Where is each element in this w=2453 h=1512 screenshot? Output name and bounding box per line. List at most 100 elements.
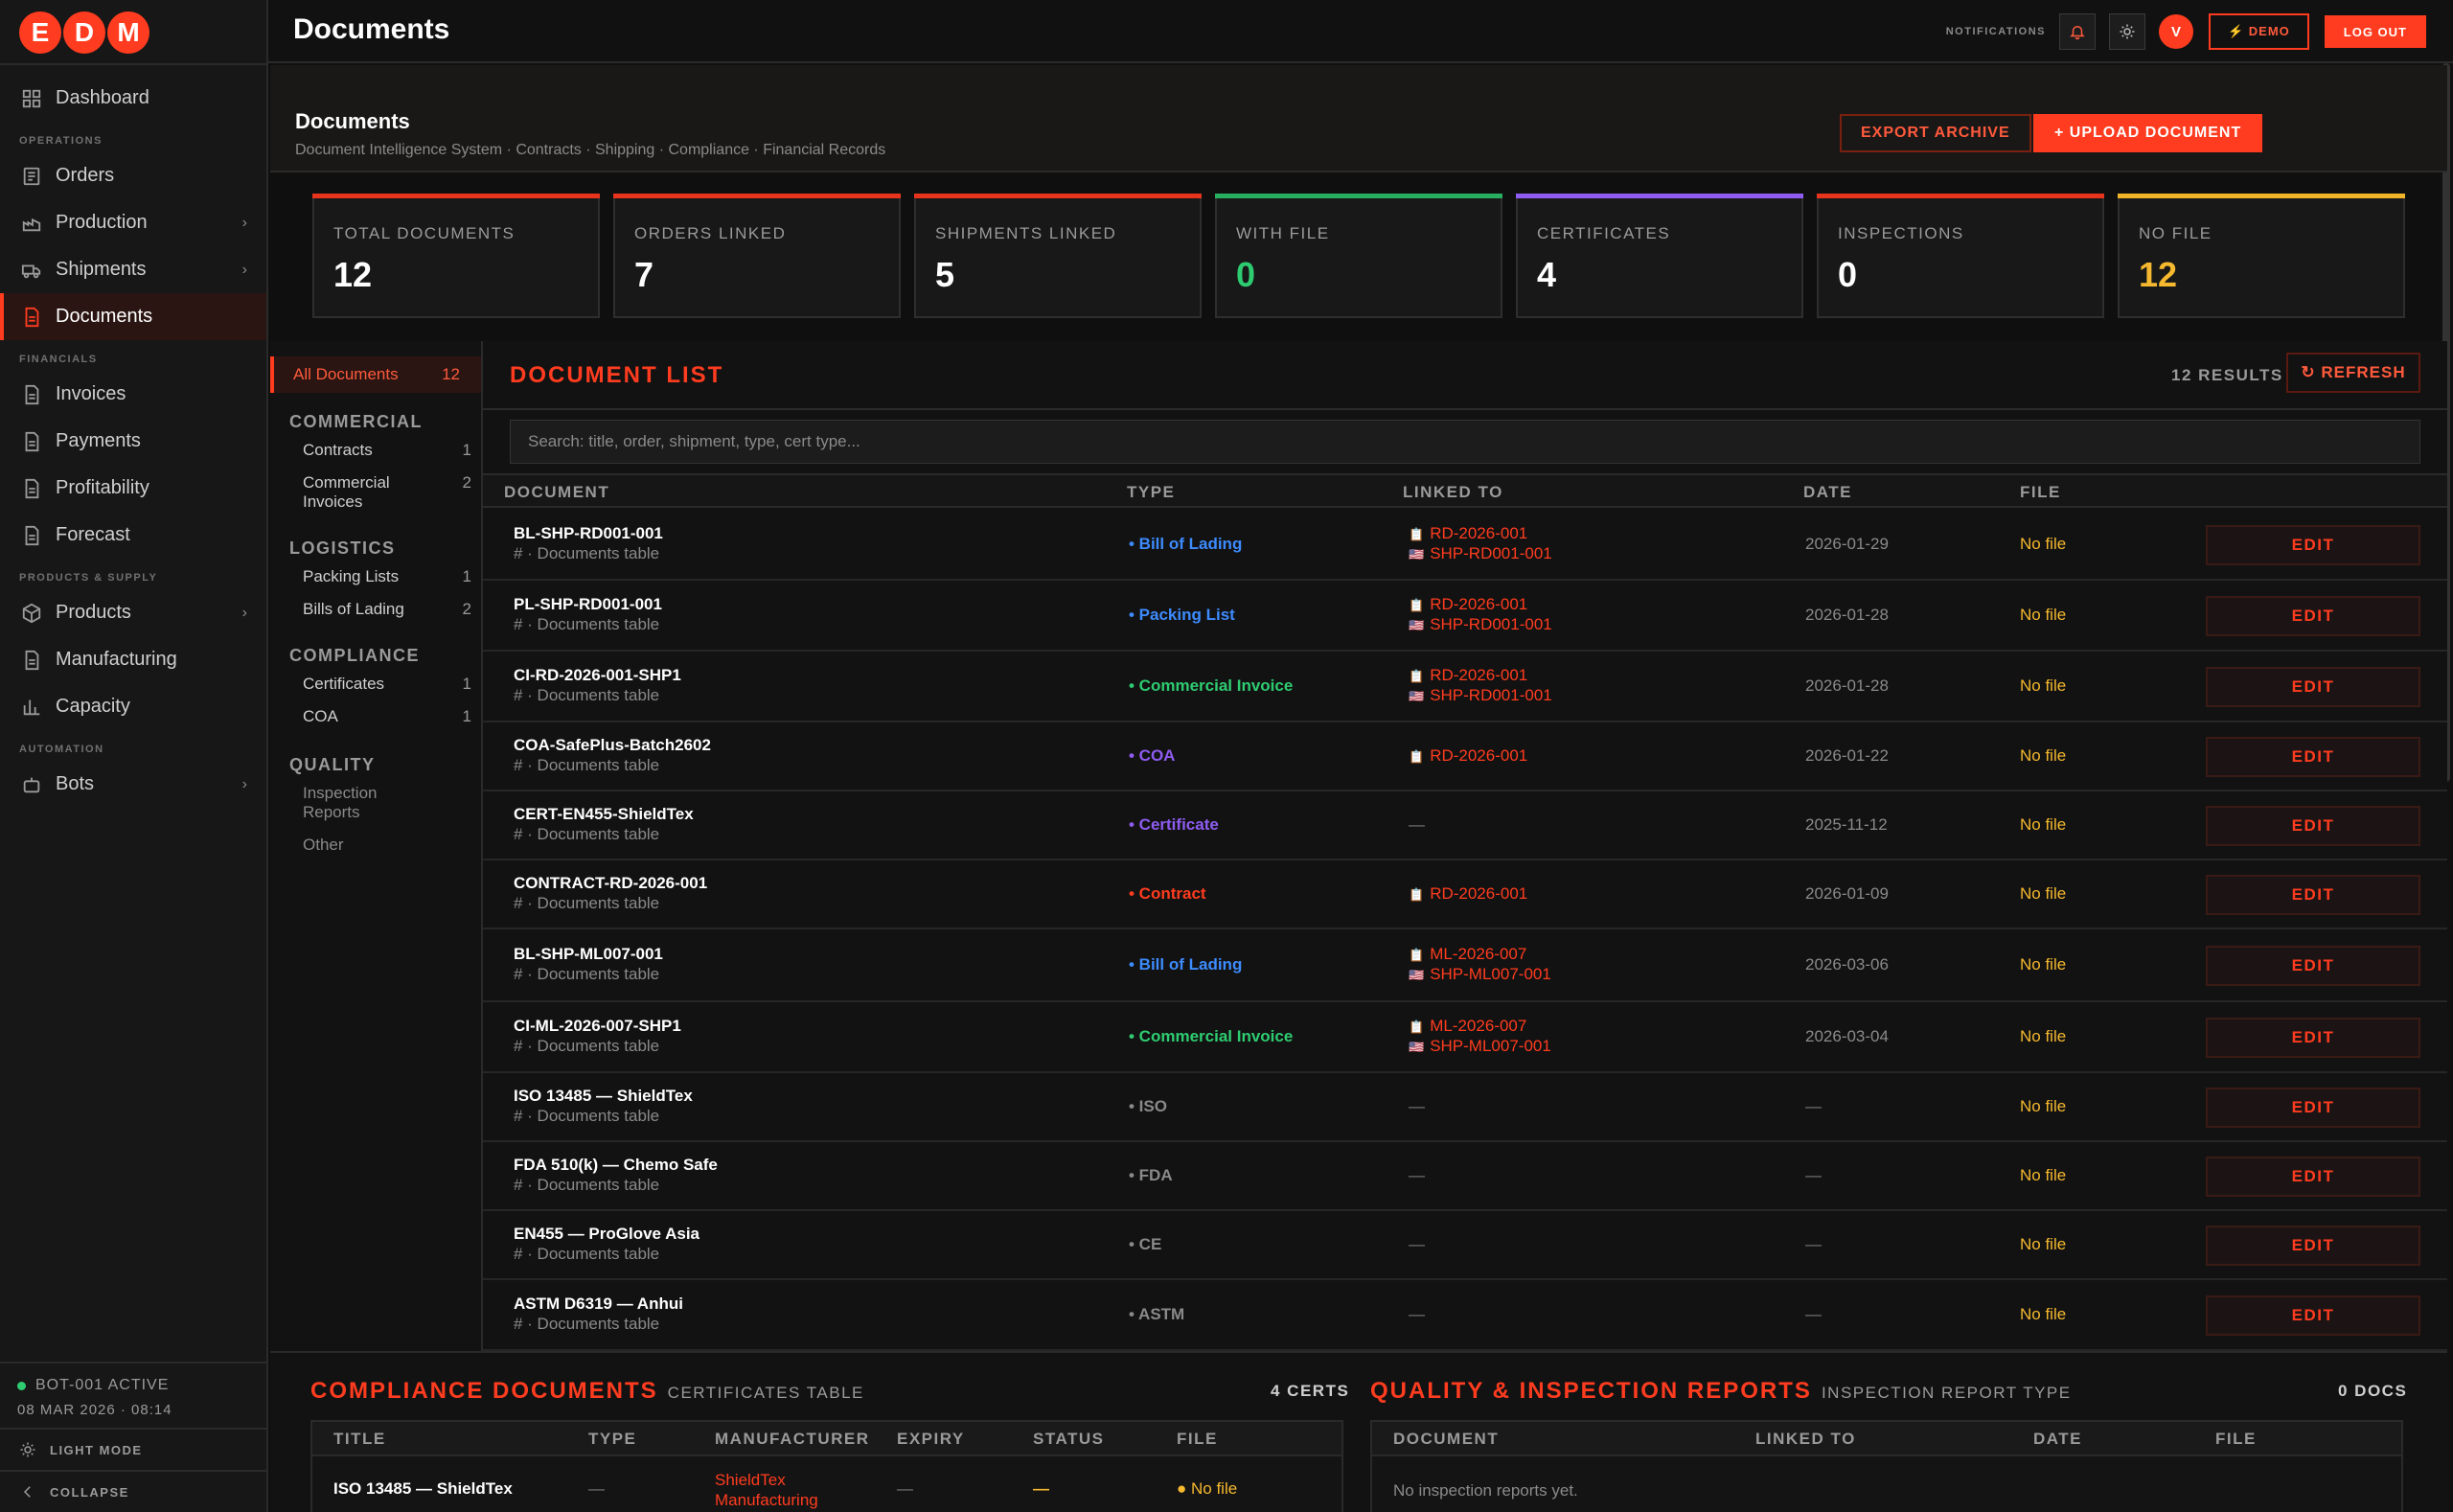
sidebar-item-production[interactable]: Production › bbox=[0, 199, 266, 246]
theme-toggle-button[interactable] bbox=[2108, 13, 2145, 50]
edit-button[interactable]: EDIT bbox=[2206, 1226, 2420, 1266]
table-row[interactable]: ISO 13485 — ShieldTex — ShieldTex Manufa… bbox=[312, 1458, 1341, 1512]
edit-button[interactable]: EDIT bbox=[2206, 875, 2420, 915]
document-title[interactable]: CI-RD-2026-001-SHP1 bbox=[514, 666, 681, 685]
logout-button[interactable]: LOG OUT bbox=[2324, 15, 2426, 48]
table-row[interactable]: PL-SHP-RD001-001 # · Documents table • Pac… bbox=[483, 581, 2447, 652]
edit-button[interactable]: EDIT bbox=[2206, 806, 2420, 846]
sidebar-item-forecast[interactable]: Forecast bbox=[0, 512, 266, 559]
column-header[interactable]: DATE bbox=[2033, 1430, 2082, 1449]
sidebar-item-manufacturing[interactable]: Manufacturing bbox=[0, 636, 266, 683]
document-title[interactable]: COA-SafePlus-Batch2602 bbox=[514, 736, 711, 755]
logo[interactable]: E D M bbox=[19, 11, 151, 54]
category-item[interactable]: Contracts 1 bbox=[289, 441, 471, 460]
table-row[interactable]: ASTM D6319 — Anhui # · Documents table • A… bbox=[483, 1280, 2447, 1351]
linked-order-link[interactable]: 📋 ML-2026-007 bbox=[1409, 945, 1526, 964]
linked-shipment-link[interactable]: 🇺🇸 SHP-ML007-001 bbox=[1409, 1037, 1551, 1056]
category-all-documents[interactable]: All Documents 12 bbox=[270, 356, 481, 393]
sidebar-item-invoices[interactable]: Invoices bbox=[0, 371, 266, 418]
demo-button[interactable]: ⚡ DEMO bbox=[2208, 13, 2309, 50]
table-row[interactable]: FDA 510(k) — Chemo Safe # · Documents tab… bbox=[483, 1142, 2447, 1211]
table-row[interactable]: CONTRACT-RD-2026-001 # · Documents table •… bbox=[483, 860, 2447, 929]
category-item[interactable]: Bills of Lading 2 bbox=[289, 600, 471, 619]
table-row[interactable]: COA-SafePlus-Batch2602 # · Documents tabl… bbox=[483, 722, 2447, 791]
export-archive-button[interactable]: EXPORT ARCHIVE bbox=[1840, 114, 2031, 152]
table-row[interactable]: ISO 13485 — ShieldTex # · Documents table… bbox=[483, 1073, 2447, 1142]
collapse-button[interactable]: COLLAPSE bbox=[0, 1470, 266, 1512]
column-header[interactable]: TYPE bbox=[1127, 483, 1175, 502]
category-item[interactable]: Other bbox=[289, 836, 471, 855]
document-title[interactable]: BL-SHP-RD001-001 bbox=[514, 524, 663, 543]
category-item[interactable]: Inspection Reports bbox=[289, 784, 471, 822]
document-title[interactable]: ISO 13485 — ShieldTex bbox=[514, 1087, 693, 1106]
avatar[interactable]: V bbox=[2158, 14, 2193, 49]
category-item[interactable]: COA 1 bbox=[289, 707, 471, 726]
sidebar-item-products[interactable]: Products › bbox=[0, 589, 266, 636]
refresh-button[interactable]: ↻ REFRESH bbox=[2286, 353, 2420, 393]
table-row[interactable]: CI-ML-2026-007-SHP1 # · Documents table • … bbox=[483, 1002, 2447, 1073]
category-item[interactable]: Packing Lists 1 bbox=[289, 567, 471, 586]
column-header[interactable]: DATE bbox=[1803, 483, 1852, 502]
sidebar-item-dashboard[interactable]: Dashboard bbox=[0, 75, 266, 122]
linked-order-link[interactable]: 📋 ML-2026-007 bbox=[1409, 1017, 1526, 1036]
linked-shipment-link[interactable]: 🇺🇸 SHP-ML007-001 bbox=[1409, 965, 1551, 984]
linked-order-link[interactable]: 📋 RD-2026-001 bbox=[1409, 746, 1527, 766]
column-header[interactable]: LINKED TO bbox=[1403, 483, 1503, 502]
linked-order-link[interactable]: 📋 RD-2026-001 bbox=[1409, 884, 1527, 904]
column-header[interactable]: STATUS bbox=[1033, 1430, 1104, 1449]
edit-button[interactable]: EDIT bbox=[2206, 667, 2420, 707]
sidebar-item-shipments[interactable]: Shipments › bbox=[0, 246, 266, 293]
column-header[interactable]: EXPIRY bbox=[897, 1430, 965, 1449]
sidebar-item-bots[interactable]: Bots › bbox=[0, 761, 266, 808]
document-source: # · Documents table bbox=[514, 756, 660, 774]
column-header[interactable]: DOCUMENT bbox=[504, 483, 609, 502]
sidebar-item-orders[interactable]: Orders bbox=[0, 152, 266, 199]
edit-button[interactable]: EDIT bbox=[2206, 596, 2420, 636]
category-item[interactable]: Certificates 1 bbox=[289, 675, 471, 694]
document-title[interactable]: EN455 — ProGlove Asia bbox=[514, 1225, 699, 1244]
notifications-button[interactable] bbox=[2058, 13, 2096, 50]
sidebar-item-documents[interactable]: Documents bbox=[0, 293, 266, 340]
sidebar-item-profitability[interactable]: Profitability bbox=[0, 465, 266, 512]
edit-button[interactable]: EDIT bbox=[2206, 737, 2420, 777]
edit-button[interactable]: EDIT bbox=[2206, 1157, 2420, 1197]
column-header[interactable]: FILE bbox=[2215, 1430, 2257, 1449]
linked-shipment-link[interactable]: 🇺🇸 SHP-RD001-001 bbox=[1409, 615, 1552, 634]
document-title[interactable]: CI-ML-2026-007-SHP1 bbox=[514, 1017, 681, 1036]
sidebar-item-payments[interactable]: Payments bbox=[0, 418, 266, 465]
table-row[interactable]: CERT-EN455-ShieldTex # · Documents table •… bbox=[483, 791, 2447, 860]
linked-shipment-link[interactable]: 🇺🇸 SHP-RD001-001 bbox=[1409, 544, 1552, 563]
document-title[interactable]: BL-SHP-ML007-001 bbox=[514, 945, 663, 964]
search-input[interactable]: Search: title, order, shipment, type, ce… bbox=[510, 420, 2420, 464]
column-header[interactable]: FILE bbox=[1177, 1430, 1218, 1449]
table-row[interactable]: BL-SHP-ML007-001 # · Documents table • Bil… bbox=[483, 929, 2447, 1002]
cert-manufacturer[interactable]: ShieldTex Manufacturing bbox=[715, 1470, 849, 1510]
edit-button[interactable]: EDIT bbox=[2206, 1088, 2420, 1128]
upload-document-button[interactable]: + UPLOAD DOCUMENT bbox=[2033, 114, 2263, 152]
light-mode-button[interactable]: LIGHT MODE bbox=[0, 1428, 266, 1470]
edit-button[interactable]: EDIT bbox=[2206, 946, 2420, 986]
edit-button[interactable]: EDIT bbox=[2206, 525, 2420, 565]
document-title[interactable]: CERT-EN455-ShieldTex bbox=[514, 805, 694, 824]
table-row[interactable]: CI-RD-2026-001-SHP1 # · Documents table • … bbox=[483, 652, 2447, 722]
linked-order-link[interactable]: 📋 RD-2026-001 bbox=[1409, 595, 1527, 614]
column-header[interactable]: MANUFACTURER bbox=[715, 1430, 870, 1449]
column-header[interactable]: DOCUMENT bbox=[1393, 1430, 1499, 1449]
document-title[interactable]: FDA 510(k) — Chemo Safe bbox=[514, 1156, 718, 1175]
edit-button[interactable]: EDIT bbox=[2206, 1018, 2420, 1058]
column-header[interactable]: TYPE bbox=[588, 1430, 636, 1449]
table-row[interactable]: BL-SHP-RD001-001 # · Documents table • Bil… bbox=[483, 510, 2447, 581]
linked-order-link[interactable]: 📋 RD-2026-001 bbox=[1409, 524, 1527, 543]
column-header[interactable]: TITLE bbox=[333, 1430, 386, 1449]
document-title[interactable]: ASTM D6319 — Anhui bbox=[514, 1294, 683, 1314]
column-header[interactable]: LINKED TO bbox=[1755, 1430, 1856, 1449]
document-title[interactable]: CONTRACT-RD-2026-001 bbox=[514, 874, 707, 893]
sidebar-item-capacity[interactable]: Capacity bbox=[0, 683, 266, 730]
column-header[interactable]: FILE bbox=[2020, 483, 2061, 502]
document-title[interactable]: PL-SHP-RD001-001 bbox=[514, 595, 662, 614]
table-row[interactable]: EN455 — ProGlove Asia # · Documents table… bbox=[483, 1211, 2447, 1280]
category-item[interactable]: Commercial Invoices 2 bbox=[289, 473, 471, 512]
edit-button[interactable]: EDIT bbox=[2206, 1295, 2420, 1336]
linked-order-link[interactable]: 📋 RD-2026-001 bbox=[1409, 666, 1527, 685]
linked-shipment-link[interactable]: 🇺🇸 SHP-RD001-001 bbox=[1409, 686, 1552, 705]
